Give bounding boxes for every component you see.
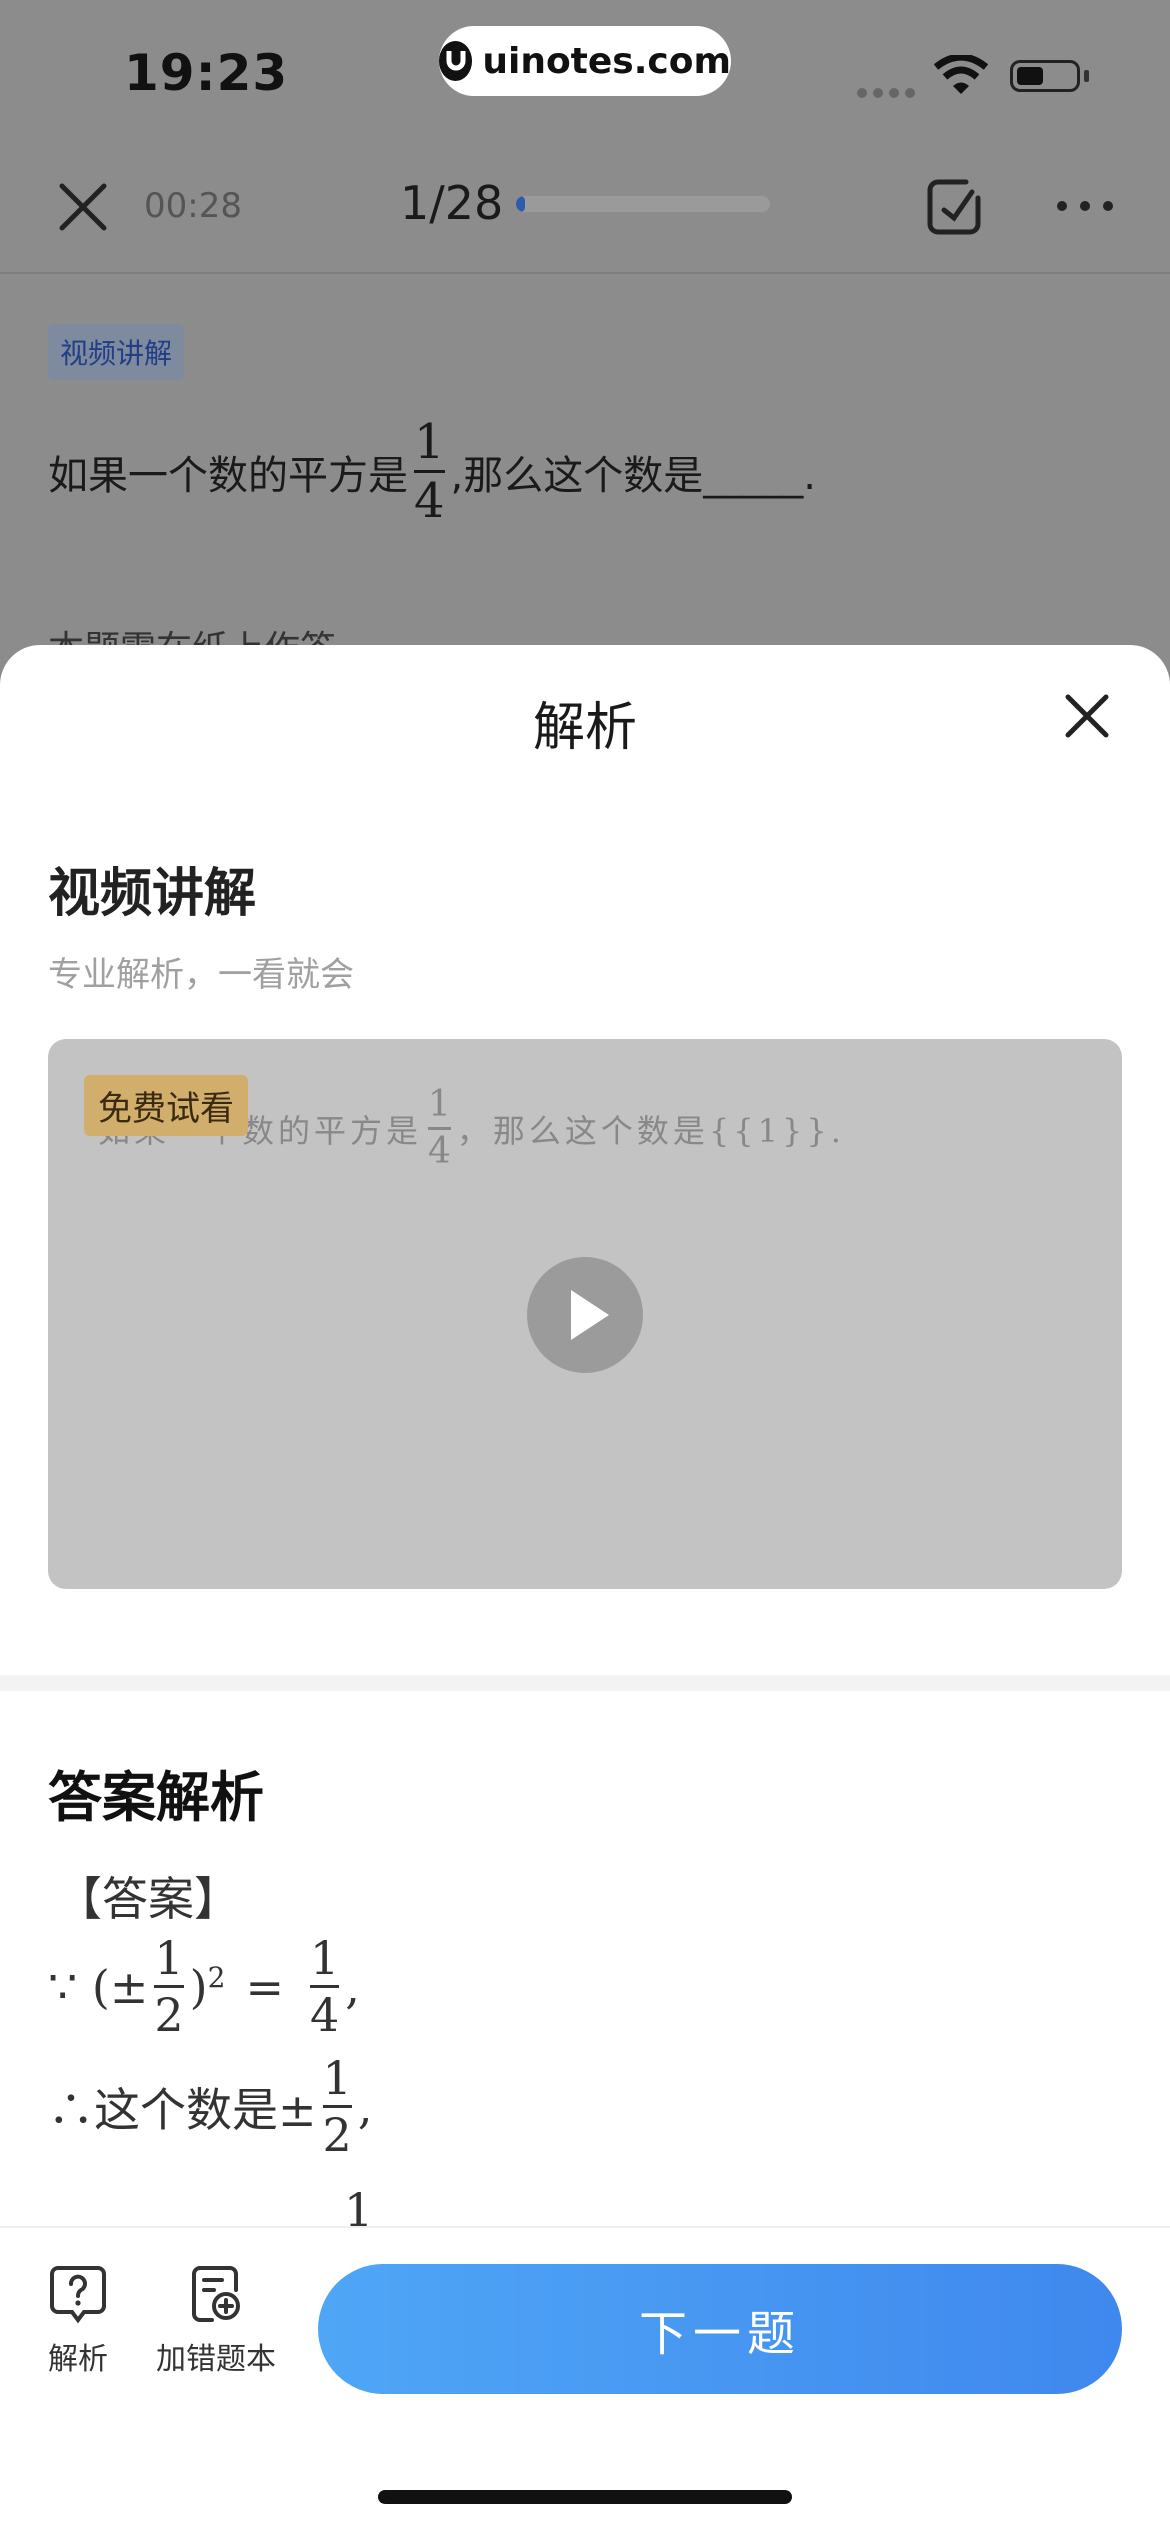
play-button[interactable] bbox=[527, 1257, 643, 1373]
question-type-tag: 视频讲解 bbox=[48, 324, 185, 380]
answer-card-icon[interactable] bbox=[926, 178, 982, 236]
sheet-title: 解析 bbox=[532, 698, 637, 758]
fraction-denominator: 4 bbox=[310, 1988, 340, 2042]
fraction-numerator: 1 bbox=[322, 2051, 352, 2105]
video-section-title: 视频讲解 bbox=[48, 864, 257, 924]
math-comma: , bbox=[357, 2079, 373, 2134]
math-comma: , bbox=[345, 1959, 360, 2014]
next-question-button[interactable]: 下一题 bbox=[318, 2264, 1122, 2394]
video-player[interactable]: 如果一个数的平方是 1 4 ，那么这个数是{{1}}. 免费试看 bbox=[48, 1039, 1122, 1589]
math-paren-close: ) bbox=[189, 1959, 208, 2014]
video-section-subtitle: 专业解析，一看就会 bbox=[48, 955, 354, 995]
explanation-sheet: 解析 视频讲解 专业解析，一看就会 如果一个数的平方是 1 4 ，那么这个数是{… bbox=[0, 645, 1170, 2532]
play-icon bbox=[571, 1290, 609, 1340]
fraction-denominator: 4 bbox=[414, 473, 445, 529]
half-fraction: 1 2 bbox=[154, 1931, 184, 2042]
fraction-numerator: 1 bbox=[414, 414, 445, 470]
math-equals: = bbox=[245, 1959, 284, 2014]
wifi-icon bbox=[934, 55, 988, 94]
explain-label: 解析 bbox=[48, 2342, 108, 2377]
question-suffix: ,那么这个数是_____. bbox=[450, 452, 816, 499]
uinotes-logo-icon bbox=[439, 41, 473, 81]
solution-line-1: ∵ (± 1 2 ) 2 = 1 4 , bbox=[48, 1935, 360, 2038]
add-to-notebook-icon bbox=[192, 2266, 240, 2322]
math-exponent: 2 bbox=[207, 1961, 226, 1994]
half-fraction: 1 2 bbox=[322, 2051, 352, 2162]
bottom-action-bar: 解析 加错题本 下一题 bbox=[0, 2226, 1170, 2532]
progress-bar bbox=[516, 196, 770, 212]
fraction-denominator: 2 bbox=[322, 2108, 352, 2162]
close-icon[interactable] bbox=[58, 182, 108, 232]
video-question-suffix: ，那么这个数是{{1}}. bbox=[456, 1111, 845, 1150]
question-bubble-icon bbox=[50, 2266, 106, 2324]
quarter-fraction: 1 4 bbox=[310, 1931, 340, 2042]
fraction-numerator: 1 bbox=[428, 1084, 451, 1125]
quiz-timer: 00:28 bbox=[144, 186, 242, 226]
math-therefore: ∴这个数是± bbox=[48, 2082, 317, 2137]
section-divider bbox=[0, 1675, 1170, 1691]
question-prefix: 如果一个数的平方是 bbox=[48, 452, 408, 499]
answer-label: 【答案】 bbox=[56, 1872, 240, 1926]
question-fraction: 1 4 bbox=[414, 418, 445, 525]
fraction-denominator: 4 bbox=[428, 1131, 451, 1172]
home-indicator bbox=[378, 2490, 792, 2504]
question-text: 如果一个数的平方是 1 4 ,那么这个数是_____. bbox=[48, 418, 816, 525]
signal-icon bbox=[857, 88, 915, 98]
battery-tip bbox=[1084, 70, 1089, 82]
math-because: ∵ (± bbox=[48, 1959, 149, 2014]
fraction-numerator: 1 bbox=[154, 1931, 184, 1985]
wrongbook-label: 加错题本 bbox=[156, 2342, 276, 2377]
url-text: uinotes.com bbox=[482, 40, 731, 82]
fraction-denominator: 2 bbox=[154, 1988, 184, 2042]
battery-icon bbox=[1010, 60, 1080, 92]
solution-line-2: ∴这个数是± 1 2 , bbox=[48, 2055, 372, 2158]
more-icon[interactable] bbox=[1056, 200, 1114, 212]
video-question-fraction: 1 4 bbox=[428, 1087, 451, 1170]
url-pill: uinotes.com bbox=[439, 26, 731, 96]
explain-tool[interactable]: 解析 bbox=[48, 2264, 108, 2378]
progress-count: 1/28 bbox=[400, 176, 504, 230]
answer-section-title: 答案解析 bbox=[48, 1766, 264, 1829]
sheet-close-icon[interactable] bbox=[1062, 691, 1112, 741]
progress-bar-fill bbox=[516, 196, 526, 212]
fraction-numerator: 1 bbox=[310, 1931, 340, 1985]
status-time: 19:23 bbox=[124, 44, 289, 102]
wrongbook-tool[interactable]: 加错题本 bbox=[156, 2264, 276, 2378]
header-divider bbox=[0, 272, 1170, 274]
free-trial-badge: 免费试看 bbox=[84, 1075, 248, 1136]
